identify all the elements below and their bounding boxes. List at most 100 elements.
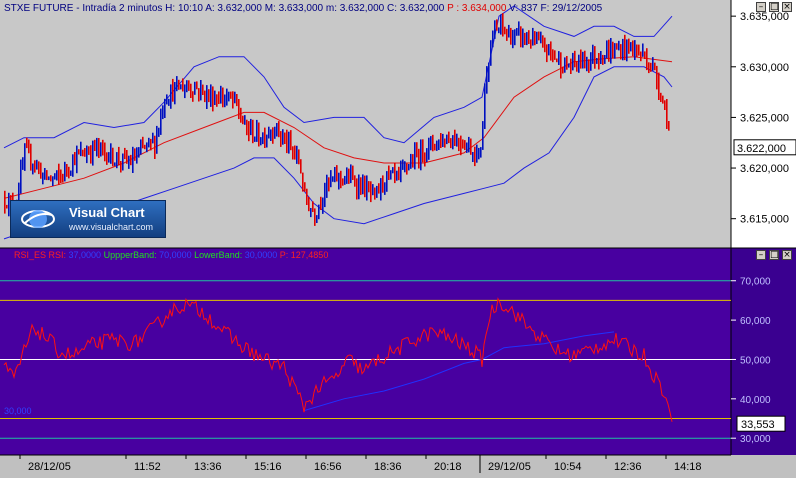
price-bar	[334, 167, 336, 183]
price-bar	[248, 121, 250, 142]
rsi-minimize-button[interactable]: –	[756, 250, 766, 260]
price-bar	[480, 147, 482, 158]
price-bar	[516, 28, 518, 36]
price-bar	[552, 49, 554, 63]
price-bar	[368, 181, 370, 193]
price-bar	[638, 44, 640, 56]
price-bar	[330, 170, 332, 188]
price-bar	[80, 141, 82, 157]
price-bar	[154, 135, 156, 159]
price-bar	[200, 80, 202, 101]
price-bar	[522, 28, 524, 48]
price-bar	[152, 132, 154, 144]
price-bar	[390, 170, 392, 180]
price-bar	[296, 145, 298, 164]
price-bar	[536, 31, 538, 44]
price-bar	[408, 164, 410, 171]
price-bar	[128, 155, 130, 169]
price-bar	[510, 27, 512, 45]
price-bar	[588, 59, 590, 73]
price-bar	[356, 178, 358, 200]
price-bar	[86, 145, 88, 164]
price-bar	[484, 83, 486, 129]
minimize-button[interactable]: –	[756, 2, 766, 12]
price-bar	[478, 147, 480, 160]
price-bar	[466, 142, 468, 153]
price-bar	[210, 84, 212, 107]
price-bar	[602, 54, 604, 65]
price-bar	[324, 182, 326, 208]
price-bar	[492, 30, 494, 48]
header-field: A: 3.632,000	[205, 3, 265, 14]
header-field: 30,0000	[245, 250, 280, 260]
price-bar	[654, 62, 656, 71]
price-bar	[402, 159, 404, 170]
price-bar	[482, 121, 484, 150]
time-tick-label: 13:36	[194, 461, 222, 473]
price-bar	[458, 137, 460, 152]
price-bar	[146, 142, 148, 153]
price-bar	[454, 129, 456, 146]
price-bar	[184, 84, 186, 99]
price-bar	[664, 100, 666, 110]
price-bar	[214, 90, 216, 105]
price-bar	[178, 79, 180, 90]
price-bar	[640, 51, 642, 62]
header-field: STXE FUTURE - Intradía 2 minutos	[4, 3, 165, 14]
price-bar	[412, 154, 414, 168]
price-bar	[32, 163, 34, 175]
price-bar	[606, 40, 608, 59]
price-bar	[38, 161, 40, 175]
header-field: 37,0000	[69, 250, 104, 260]
price-bar	[646, 48, 648, 71]
price-bar	[270, 129, 272, 141]
price-bar	[176, 76, 178, 92]
price-bar	[46, 170, 48, 181]
price-bar	[610, 38, 612, 64]
price-bar	[364, 175, 366, 198]
price-bar	[496, 19, 498, 31]
price-bar	[262, 132, 264, 145]
price-bar	[582, 51, 584, 69]
price-bar	[498, 27, 500, 34]
rsi-close-button[interactable]: ×	[782, 250, 792, 260]
price-bar	[540, 31, 542, 44]
price-bar	[156, 125, 158, 154]
price-bar	[70, 170, 72, 176]
time-tick-label: 10:54	[554, 461, 582, 473]
time-tick-label: 16:56	[314, 461, 342, 473]
price-bar	[94, 139, 96, 151]
header-field: RSI:	[49, 250, 69, 260]
price-bar	[336, 165, 338, 182]
price-bar	[256, 119, 258, 142]
price-bar	[220, 85, 222, 104]
time-tick-label: 12:36	[614, 461, 642, 473]
price-bar	[72, 154, 74, 177]
price-bar	[150, 138, 152, 151]
price-bar	[288, 131, 290, 154]
price-bar	[520, 26, 522, 48]
price-bar	[472, 152, 474, 162]
logo-url: www.visualchart.com	[69, 222, 154, 232]
price-bar	[576, 61, 578, 72]
close-button[interactable]: ×	[782, 2, 792, 12]
last-rsi-label: 33,553	[741, 419, 775, 431]
price-bar	[420, 139, 422, 171]
time-tick-label: 29/12/05	[488, 461, 531, 473]
header-field: V: 837	[509, 3, 540, 14]
time-tick-label: 14:18	[674, 461, 702, 473]
rsi-maximize-button[interactable]: □	[769, 250, 779, 260]
price-bar	[204, 90, 206, 103]
maximize-button[interactable]: □	[769, 2, 779, 12]
price-bar	[138, 147, 140, 158]
price-bar	[266, 134, 268, 148]
price-bar	[378, 183, 380, 194]
price-bar	[104, 142, 106, 162]
price-bar	[148, 137, 150, 148]
price-bar	[594, 46, 596, 69]
price-bar	[524, 32, 526, 45]
price-bar	[504, 26, 506, 35]
price-bar	[442, 133, 444, 147]
price-bar	[632, 40, 634, 57]
price-bar	[112, 147, 114, 167]
